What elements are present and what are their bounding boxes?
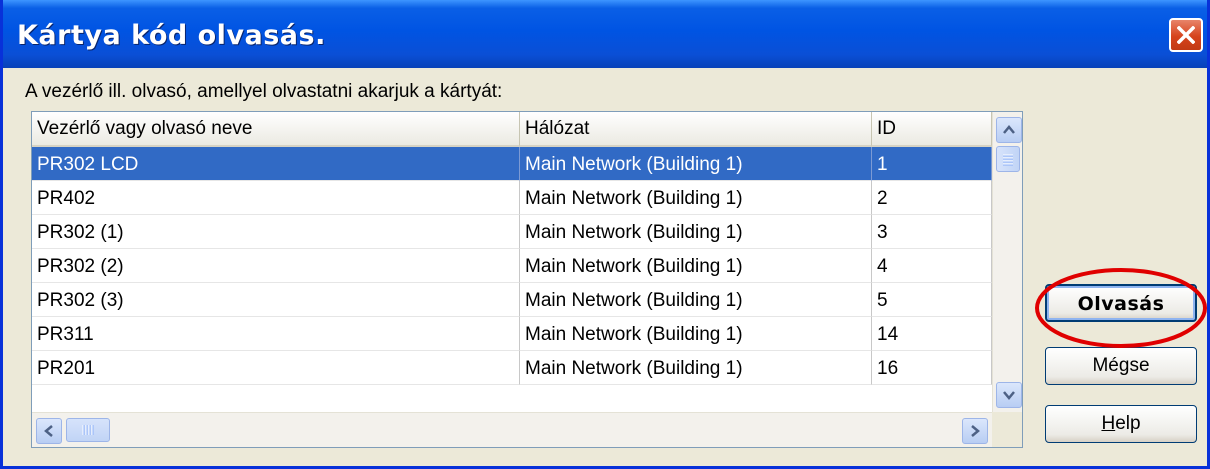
vertical-scroll-thumb[interactable] [996, 146, 1020, 172]
table-row[interactable]: PR311 Main Network (Building 1) 14 [32, 317, 992, 351]
table-row[interactable]: PR302 (1) Main Network (Building 1) 3 [32, 215, 992, 249]
window-title: Kártya kód olvasás. [17, 20, 326, 51]
close-button[interactable] [1169, 18, 1203, 52]
scroll-right-button[interactable] [962, 418, 988, 444]
cell-device-name: PR201 [32, 351, 520, 385]
cell-device-name: PR402 [32, 181, 520, 215]
horizontal-scroll-thumb[interactable] [66, 418, 110, 442]
cell-id: 4 [872, 249, 992, 283]
cell-id: 5 [872, 283, 992, 317]
table-row[interactable]: PR201 Main Network (Building 1) 16 [32, 351, 992, 385]
grip-icon [1003, 154, 1013, 166]
cancel-button[interactable]: Mégse [1045, 347, 1197, 385]
scroll-left-button[interactable] [36, 418, 62, 444]
cell-id: 16 [872, 351, 992, 385]
cell-network: Main Network (Building 1) [520, 181, 872, 215]
cell-network: Main Network (Building 1) [520, 147, 872, 181]
cell-device-name: PR302 (1) [32, 215, 520, 249]
arrow-up-icon [1003, 125, 1015, 134]
cell-device-name: PR311 [32, 317, 520, 351]
title-bar[interactable]: Kártya kód olvasás. [3, 0, 1207, 68]
help-button[interactable]: Help [1045, 405, 1197, 443]
cell-id: 1 [872, 147, 992, 181]
cell-id: 2 [872, 181, 992, 215]
scroll-down-button[interactable] [996, 382, 1022, 408]
scrollbar-corner [992, 412, 1022, 447]
scroll-up-button[interactable] [996, 117, 1022, 143]
list-prompt-label: A vezérlő ill. olvasó, amellyel olvastat… [25, 81, 503, 102]
table-row[interactable]: PR302 (2) Main Network (Building 1) 4 [32, 249, 992, 283]
cell-device-name: PR302 (2) [32, 249, 520, 283]
device-list[interactable]: Vezérlő vagy olvasó neve Hálózat ID PR30… [31, 111, 1023, 448]
cell-network: Main Network (Building 1) [520, 317, 872, 351]
arrow-left-icon [44, 425, 53, 437]
cell-network: Main Network (Building 1) [520, 249, 872, 283]
table-row[interactable]: PR402 Main Network (Building 1) 2 [32, 181, 992, 215]
cell-network: Main Network (Building 1) [520, 351, 872, 385]
column-header-id[interactable]: ID [872, 112, 992, 147]
column-header-network[interactable]: Hálózat [520, 112, 872, 147]
grip-icon [82, 425, 94, 435]
arrow-right-icon [971, 425, 980, 437]
cell-network: Main Network (Building 1) [520, 283, 872, 317]
horizontal-scrollbar[interactable] [32, 412, 992, 447]
column-header-name[interactable]: Vezérlő vagy olvasó neve [32, 112, 520, 147]
dialog-window: Kártya kód olvasás. A vezérlő ill. olvas… [0, 0, 1210, 469]
table-row[interactable]: PR302 LCD Main Network (Building 1) 1 [32, 147, 992, 181]
cell-id: 3 [872, 215, 992, 249]
table-row[interactable]: PR302 (3) Main Network (Building 1) 5 [32, 283, 992, 317]
arrow-down-icon [1003, 391, 1015, 400]
close-icon [1177, 26, 1195, 44]
cell-device-name: PR302 LCD [32, 147, 520, 181]
cell-device-name: PR302 (3) [32, 283, 520, 317]
vertical-scrollbar[interactable] [992, 112, 1022, 412]
highlight-ellipse [1035, 268, 1207, 348]
cell-network: Main Network (Building 1) [520, 215, 872, 249]
cell-id: 14 [872, 317, 992, 351]
help-button-label: Help [1101, 413, 1141, 434]
